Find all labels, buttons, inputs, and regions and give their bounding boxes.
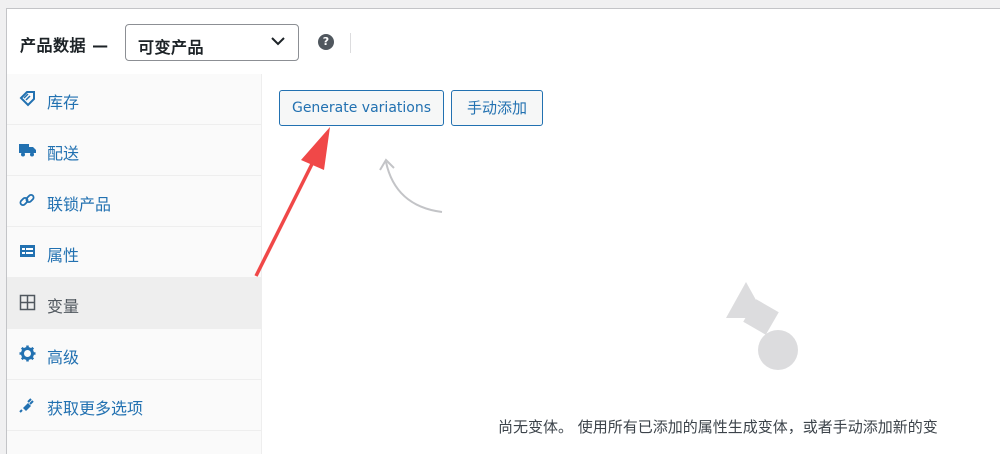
help-icon[interactable]: ? xyxy=(318,34,334,50)
sidebar-item-get-more-options[interactable]: 获取更多选项 xyxy=(7,380,261,431)
sidebar-item-variations[interactable]: 变量 xyxy=(7,278,261,329)
sidebar-item-label: 联锁产品 xyxy=(47,195,112,214)
sidebar-item-advanced[interactable]: 高级 xyxy=(7,329,261,380)
panel-header: 产品数据 — 可变产品 ? xyxy=(7,9,1000,75)
sidebar-item-label: 库存 xyxy=(47,93,80,112)
product-data-tabs: 库存 配送 联锁产品 属性 变量 高级 获取更多选项 xyxy=(7,74,262,454)
variations-panel: Generate variations 手动添加 尚无变体。 使用所有已添加的属… xyxy=(262,74,1000,454)
list-card-icon xyxy=(20,245,35,257)
sidebar-item-label: 配送 xyxy=(47,144,80,163)
sidebar-item-linked-products[interactable]: 联锁产品 xyxy=(7,176,261,227)
empty-shapes-icon xyxy=(726,282,798,370)
product-type-select[interactable]: 可变产品 xyxy=(125,24,299,61)
sidebar-item-label: 获取更多选项 xyxy=(47,399,144,418)
hint-arrow-icon xyxy=(379,158,443,213)
generate-variations-button[interactable]: Generate variations xyxy=(279,90,444,126)
add-manually-button[interactable]: 手动添加 xyxy=(451,90,543,126)
product-data-panel: 产品数据 — 可变产品 ? 库存 配送 联锁产品 属性 变量 高级 获取更多选项… xyxy=(6,8,1000,454)
empty-variations-message: 尚无变体。 使用所有已添加的属性生成变体，或者手动添加新的变 xyxy=(498,418,938,436)
tag-icon xyxy=(19,91,35,107)
grid-icon xyxy=(19,294,36,311)
product-type-value: 可变产品 xyxy=(138,38,205,57)
truck-icon xyxy=(19,144,36,157)
link-icon xyxy=(19,194,35,206)
plug-icon xyxy=(19,398,34,413)
sidebar-item-label: 变量 xyxy=(47,297,80,316)
header-divider xyxy=(350,33,351,53)
sidebar-item-label: 高级 xyxy=(47,348,80,367)
sidebar-item-attributes[interactable]: 属性 xyxy=(7,227,261,278)
sidebar-item-label: 属性 xyxy=(47,246,80,265)
sidebar-item-inventory[interactable]: 库存 xyxy=(7,74,261,125)
gear-icon xyxy=(19,345,36,362)
sidebar-item-shipping[interactable]: 配送 xyxy=(7,125,261,176)
chevron-down-icon xyxy=(271,37,285,46)
panel-title: 产品数据 — xyxy=(20,36,109,55)
